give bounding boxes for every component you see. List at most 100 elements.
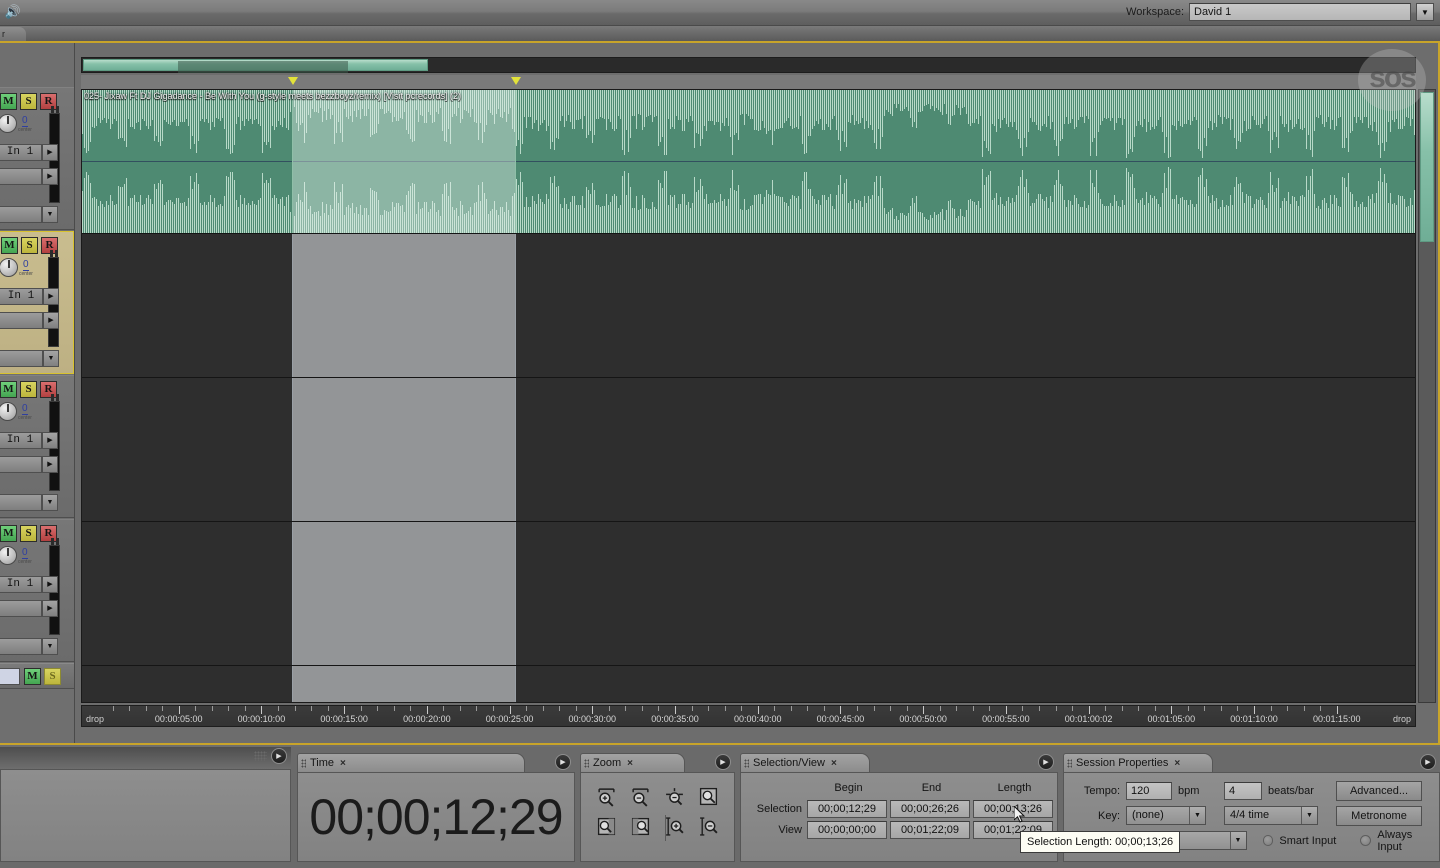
track-header-4[interactable]: M S R 0 center In 1 ▶ ▶ ▼ — [0, 519, 74, 662]
track-1-output-select[interactable] — [0, 168, 42, 185]
track-4-input-select[interactable]: In 1 — [0, 576, 42, 593]
track-3-pan-value[interactable]: 0 — [22, 403, 28, 415]
always-input-radio[interactable] — [1360, 835, 1372, 846]
selection-end-field[interactable]: 00;00;26;26 — [890, 799, 970, 818]
track-lane-2[interactable] — [82, 234, 1415, 378]
track-2-input-chevron-icon[interactable]: ▶ — [43, 288, 59, 305]
zoom-in-horizontal-icon[interactable] — [589, 781, 623, 811]
strip-tab[interactable]: r — [0, 27, 26, 42]
app-speaker-icon[interactable]: 🔊 — [2, 3, 24, 21]
track-1-fx-chevron-down-icon[interactable]: ▼ — [42, 206, 58, 223]
master-mute-button[interactable]: M — [24, 668, 41, 685]
selection-marker-strip[interactable] — [81, 75, 1416, 89]
track-4-output-chevron-icon[interactable]: ▶ — [42, 600, 58, 617]
track-2-output-chevron-icon[interactable]: ▶ — [43, 312, 59, 329]
track-1-mute-button[interactable]: M — [0, 93, 17, 110]
panel-grip-dots[interactable] — [254, 751, 267, 761]
horizontal-scrollbar[interactable] — [81, 57, 1416, 73]
selection-end-marker[interactable] — [511, 77, 521, 85]
zoom-to-selection-icon[interactable] — [691, 781, 725, 811]
track-lane-4[interactable] — [82, 522, 1415, 666]
time-panel-grip-dots[interactable] — [540, 757, 553, 767]
tab-session-properties-close-icon[interactable]: × — [1174, 755, 1180, 772]
track-1-record-button[interactable]: R — [40, 93, 57, 110]
sv-panel-menu-button[interactable]: ▶ — [1038, 754, 1054, 770]
track-1-pan-value[interactable]: 0 — [22, 115, 28, 127]
metronome-button[interactable]: Metronome — [1336, 805, 1422, 826]
track-4-pan-knob[interactable] — [0, 546, 17, 565]
key-chevron-down-icon[interactable]: ▼ — [1189, 807, 1205, 824]
track-lane-1[interactable]: 025- Jixaw Ft DJ Gigadance - Be With You… — [82, 90, 1415, 234]
track-canvas[interactable]: 025- Jixaw Ft DJ Gigadance - Be With You… — [81, 89, 1416, 703]
track-3-input-select[interactable]: In 1 — [0, 432, 42, 449]
sp-panel-menu-button[interactable]: ▶ — [1420, 754, 1436, 770]
zoom-panel-grip-dots[interactable] — [700, 757, 713, 767]
sp-panel-grip-dots[interactable] — [1405, 757, 1418, 767]
time-panel-menu-button[interactable]: ▶ — [555, 754, 571, 770]
master-name-field[interactable] — [0, 668, 20, 685]
track-3-record-button[interactable]: R — [40, 381, 57, 398]
track-header-3[interactable]: M S R 0 center In 1 ▶ ▶ ▼ — [0, 375, 74, 518]
view-end-field[interactable]: 00;01;22;09 — [890, 820, 970, 839]
track-1-solo-button[interactable]: S — [20, 93, 37, 110]
track-3-fx-chevron-down-icon[interactable]: ▼ — [42, 494, 58, 511]
zoom-out-full-horizontal-icon[interactable] — [657, 781, 691, 811]
track-header-1[interactable]: M S R 0 center In 1 ▶ ▶ ▼ — [0, 87, 74, 230]
time-signature-chevron-down-icon[interactable]: ▼ — [1301, 807, 1317, 824]
zoom-panel-menu-button[interactable]: ▶ — [715, 754, 731, 770]
session-extra-chevron-down-icon[interactable]: ▼ — [1229, 832, 1246, 849]
track-4-record-button[interactable]: R — [40, 525, 57, 542]
track-1-output-chevron-icon[interactable]: ▶ — [42, 168, 58, 185]
master-solo-button[interactable]: S — [44, 668, 61, 685]
tab-selection-view[interactable]: Selection/View × — [740, 753, 870, 772]
track-header-2[interactable]: M S R 0 center In 1 ▶ ▶ ▼ — [0, 231, 74, 374]
track-4-mute-button[interactable]: M — [0, 525, 17, 542]
tab-zoom-close-icon[interactable]: × — [627, 755, 633, 772]
sv-panel-grip-dots[interactable] — [1023, 757, 1036, 767]
audio-clip[interactable]: 025- Jixaw Ft DJ Gigadance - Be With You… — [82, 90, 1415, 233]
track-lane-5[interactable] — [82, 666, 1415, 702]
workspace-chevron-down-icon[interactable]: ▼ — [1416, 3, 1434, 21]
zoom-out-horizontal-icon[interactable] — [623, 781, 657, 811]
track-2-mute-button[interactable]: M — [1, 237, 18, 254]
selection-begin-field[interactable]: 00;00;12;29 — [807, 799, 887, 818]
track-lane-3[interactable] — [82, 378, 1415, 522]
tab-zoom[interactable]: Zoom × — [580, 753, 685, 772]
track-3-mute-button[interactable]: M — [0, 381, 17, 398]
track-3-output-chevron-icon[interactable]: ▶ — [42, 456, 58, 473]
tab-time[interactable]: Time × — [297, 753, 525, 772]
time-signature-select[interactable]: 4/4 time ▼ — [1224, 806, 1318, 825]
workspace-select[interactable]: David 1 — [1189, 3, 1411, 21]
track-3-pan-knob[interactable] — [0, 402, 17, 421]
track-2-solo-button[interactable]: S — [21, 237, 38, 254]
zoom-out-vertical-icon[interactable] — [691, 811, 725, 841]
zoom-to-selection-right-icon[interactable] — [623, 811, 657, 841]
time-panel-body[interactable]: 00;00;12;29 — [297, 772, 575, 862]
master-bus-header[interactable]: MS — [0, 663, 74, 689]
vertical-scrollbar-thumb[interactable] — [1420, 92, 1434, 242]
track-2-fx-chevron-down-icon[interactable]: ▼ — [43, 350, 59, 367]
smart-input-radio[interactable] — [1262, 835, 1274, 846]
track-2-pan-knob[interactable] — [0, 258, 18, 277]
key-select[interactable]: (none) ▼ — [1126, 806, 1206, 825]
tab-session-properties[interactable]: Session Properties × — [1063, 753, 1213, 772]
tab-time-close-icon[interactable]: × — [340, 755, 346, 772]
zoom-in-to-selection-left-icon[interactable] — [589, 811, 623, 841]
track-2-pan-value[interactable]: 0 — [23, 259, 29, 271]
track-3-output-select[interactable] — [0, 456, 42, 473]
track-4-output-select[interactable] — [0, 600, 42, 617]
track-3-input-chevron-icon[interactable]: ▶ — [42, 432, 58, 449]
selection-start-marker[interactable] — [288, 77, 298, 85]
beats-per-bar-input[interactable]: 4 — [1224, 781, 1262, 800]
track-3-solo-button[interactable]: S — [20, 381, 37, 398]
track-3-fx-select[interactable] — [0, 494, 42, 511]
track-1-input-chevron-icon[interactable]: ▶ — [42, 144, 58, 161]
advanced-button[interactable]: Advanced... — [1336, 780, 1422, 801]
track-2-output-select[interactable] — [0, 312, 43, 329]
timecode-ruler[interactable]: 00:00:05:00 00:00:10:00 00:00:15:00 00:00:2… — [81, 705, 1416, 727]
track-4-solo-button[interactable]: S — [20, 525, 37, 542]
track-2-input-select[interactable]: In 1 — [0, 288, 43, 305]
track-2-fx-select[interactable] — [0, 350, 43, 367]
vertical-scrollbar[interactable] — [1418, 89, 1436, 703]
empty-panel-menu-button[interactable]: ▶ — [271, 748, 287, 764]
